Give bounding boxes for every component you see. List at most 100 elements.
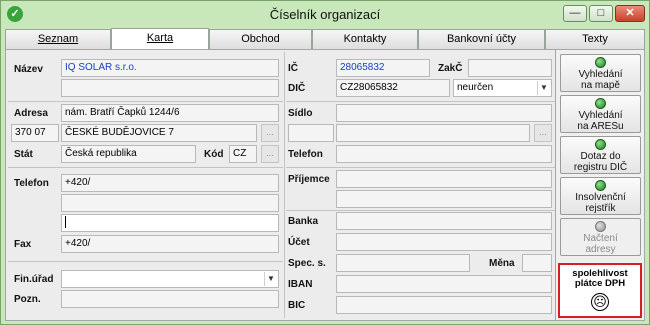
kod-label: Kód <box>204 149 224 160</box>
close-button[interactable]: ✕ <box>615 5 645 22</box>
spec-field[interactable] <box>336 254 470 272</box>
insolvency-registry-button[interactable]: Insolvenční rejstřík <box>560 177 641 215</box>
map-search-label-1: Vyhledání <box>578 69 623 80</box>
mesto-field[interactable]: ČESKÉ BUDĚJOVICE 7 <box>61 124 257 142</box>
globe-icon <box>595 139 606 150</box>
fax-label: Fax <box>14 239 32 250</box>
nazev-field[interactable]: IQ SOLAR s.r.o. <box>61 59 279 77</box>
ares-search-button[interactable]: Vyhledání na ARESu <box>560 95 641 133</box>
column-divider <box>284 52 285 318</box>
load-address-button[interactable]: Načtení adresy <box>560 218 641 256</box>
nazev2-field[interactable] <box>61 79 279 97</box>
insolvency-label-1: Insolvenční <box>575 192 626 203</box>
sidlo-field-1[interactable] <box>336 104 552 122</box>
mena-label: Měna <box>489 258 515 269</box>
telefon-field-2[interactable] <box>61 194 279 212</box>
mesto-lookup-button[interactable]: ... <box>261 124 279 142</box>
ic-label: IČ <box>288 63 298 74</box>
telefon-field-1[interactable]: +420/ <box>61 174 279 192</box>
pozn-label: Pozn. <box>14 294 41 305</box>
bic-label: BIC <box>288 300 306 311</box>
ucet-field[interactable] <box>336 233 552 251</box>
globe-icon <box>595 57 606 68</box>
window-title: Číselník organizací <box>269 7 381 22</box>
sidlo-lookup-button[interactable]: ... <box>534 124 552 142</box>
map-search-button[interactable]: Vyhledání na mapě <box>560 54 641 92</box>
divider <box>286 210 555 211</box>
divider <box>8 261 283 262</box>
map-search-label-2: na mapě <box>581 80 620 91</box>
action-sidebar: Vyhledání na mapě Vyhledání na ARESu Dot… <box>556 49 645 321</box>
vat-reliability-title-2: plátce DPH <box>574 278 626 289</box>
ares-search-label-2: na ARESu <box>577 121 624 132</box>
prijemce-field-1[interactable] <box>336 170 552 188</box>
app-window: ✓ Číselník organizací — □ ✕ Seznam Karta… <box>0 0 650 325</box>
load-address-label-2: adresy <box>585 244 616 255</box>
tab-texty[interactable]: Texty <box>545 29 645 49</box>
sidlo-label: Sídlo <box>288 108 313 119</box>
sad-face-icon: ☹ <box>591 293 609 311</box>
pozn-field[interactable] <box>61 290 279 308</box>
title-bar[interactable]: ✓ Číselník organizací — □ ✕ <box>1 1 649 27</box>
chevron-down-icon[interactable]: ▼ <box>537 81 550 95</box>
divider <box>8 167 283 168</box>
nazev-label: Název <box>14 64 43 75</box>
telefon2-field[interactable] <box>336 145 552 163</box>
karta-panel: Název IQ SOLAR s.r.o. Adresa nám. Bratří… <box>5 49 556 321</box>
dic-field[interactable]: CZ28065832 <box>336 79 450 97</box>
finurad-select[interactable]: ▼ <box>61 270 279 288</box>
load-address-label-1: Načtení <box>583 233 618 244</box>
vat-reliability-indicator[interactable]: spolehlivost plátce DPH ☹ <box>558 263 642 318</box>
mena-field[interactable] <box>522 254 552 272</box>
stat-lookup-button[interactable]: ... <box>261 145 279 163</box>
dic-registry-label-2: registru DIČ <box>573 162 628 173</box>
psc-field[interactable]: 370 07 <box>11 124 59 142</box>
fax-field[interactable]: +420/ <box>61 235 279 253</box>
tab-bankovni-ucty-label: Bankovní účty <box>446 33 517 45</box>
minimize-button[interactable]: — <box>563 5 587 22</box>
banka-label: Banka <box>288 216 319 227</box>
dic-label: DIČ <box>288 83 306 94</box>
telefon-field-3[interactable] <box>61 214 279 232</box>
tab-karta[interactable]: Karta <box>111 28 209 50</box>
bic-field[interactable] <box>336 296 552 314</box>
prijemce-label: Příjemce <box>288 174 330 185</box>
insolvency-label-2: rejstřík <box>585 203 616 214</box>
globe-icon <box>595 180 606 191</box>
chevron-down-icon[interactable]: ▼ <box>264 272 277 286</box>
iban-label: IBAN <box>288 279 313 290</box>
dic-status-select[interactable]: neurčen ▼ <box>453 79 552 97</box>
sidlo-mesto-field[interactable] <box>336 124 530 142</box>
tab-obchod-label: Obchod <box>241 33 280 45</box>
ic-field[interactable]: 28065832 <box>336 59 430 77</box>
spec-label: Spec. s. <box>288 258 326 269</box>
tab-karta-label: Karta <box>146 32 174 44</box>
dic-registry-label-1: Dotaz do <box>580 151 621 162</box>
tab-texty-label: Texty <box>582 33 608 45</box>
tab-kontakty[interactable]: Kontakty <box>312 29 418 49</box>
globe-icon <box>595 98 606 109</box>
iban-field[interactable] <box>336 275 552 293</box>
tab-bar: Seznam Karta Obchod Kontakty Bankovní úč… <box>5 28 645 50</box>
tab-seznam-label: Seznam <box>37 33 79 45</box>
kod-field[interactable]: CZ <box>229 145 257 163</box>
telefon-label: Telefon <box>14 178 49 189</box>
tab-obchod[interactable]: Obchod <box>209 29 312 49</box>
banka-field[interactable] <box>336 212 552 230</box>
divider <box>8 101 283 102</box>
ucet-label: Účet <box>288 237 310 248</box>
finurad-label: Fin.úřad <box>14 274 54 285</box>
tab-seznam[interactable]: Seznam <box>5 29 111 49</box>
tab-kontakty-label: Kontakty <box>343 33 387 45</box>
zakc-field[interactable] <box>468 59 552 77</box>
sidlo-psc-field[interactable] <box>288 124 334 142</box>
prijemce-field-2[interactable] <box>336 190 552 208</box>
ulice-field[interactable]: nám. Bratří Čapků 1244/6 <box>61 104 279 122</box>
dic-registry-button[interactable]: Dotaz do registru DIČ <box>560 136 641 174</box>
maximize-button[interactable]: □ <box>589 5 613 22</box>
stat-field[interactable]: Česká republika <box>61 145 196 163</box>
text-cursor <box>65 216 66 229</box>
ares-search-label-1: Vyhledání <box>578 110 623 121</box>
tab-bankovni-ucty[interactable]: Bankovní účty <box>418 29 545 49</box>
adresa-label: Adresa <box>14 108 48 119</box>
